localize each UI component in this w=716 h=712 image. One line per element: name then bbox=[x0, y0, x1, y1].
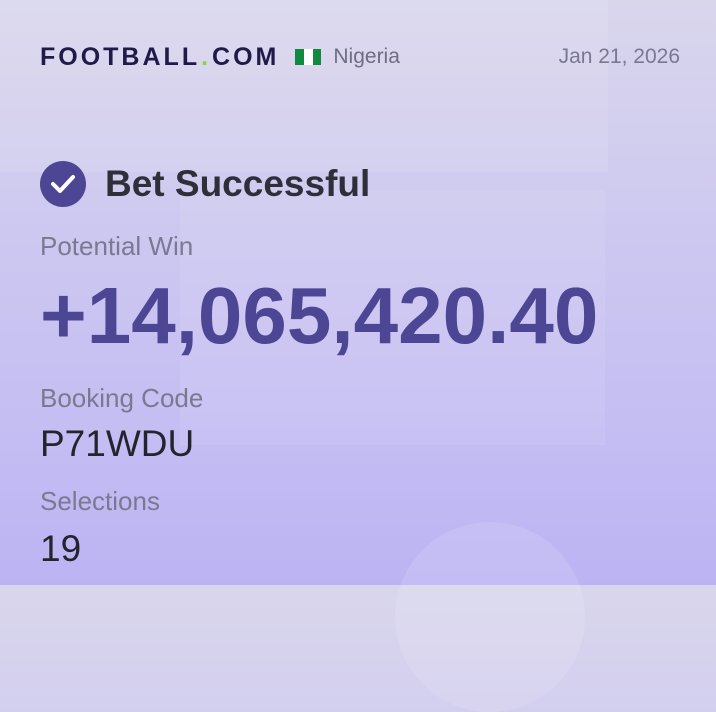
check-circle-icon bbox=[40, 161, 86, 207]
nigeria-flag-icon bbox=[295, 49, 322, 65]
brand-logo: FOOTBALL. COM bbox=[40, 43, 279, 72]
background-circle bbox=[395, 522, 585, 712]
potential-win-label: Potential Win bbox=[40, 231, 194, 261]
status-row: Bet Successful bbox=[40, 161, 370, 207]
background-panel bbox=[0, 0, 608, 172]
selections-label: Selections bbox=[40, 486, 160, 516]
header: FOOTBALL. COM Nigeria Jan 21, 2026 bbox=[40, 40, 680, 74]
status-title: Bet Successful bbox=[105, 163, 371, 204]
brand-dot: . bbox=[201, 42, 212, 71]
potential-win-value: +14,065,420.40 bbox=[40, 271, 599, 360]
country-label: Nigeria bbox=[333, 45, 400, 68]
bet-date: Jan 21, 2026 bbox=[558, 45, 680, 68]
selections-value: 19 bbox=[40, 528, 82, 569]
brand-suffix: COM bbox=[212, 42, 280, 71]
booking-code-label: Booking Code bbox=[40, 383, 204, 413]
brand-main: FOOTBALL bbox=[40, 42, 201, 71]
booking-code-value[interactable]: P71WDU bbox=[40, 423, 194, 465]
